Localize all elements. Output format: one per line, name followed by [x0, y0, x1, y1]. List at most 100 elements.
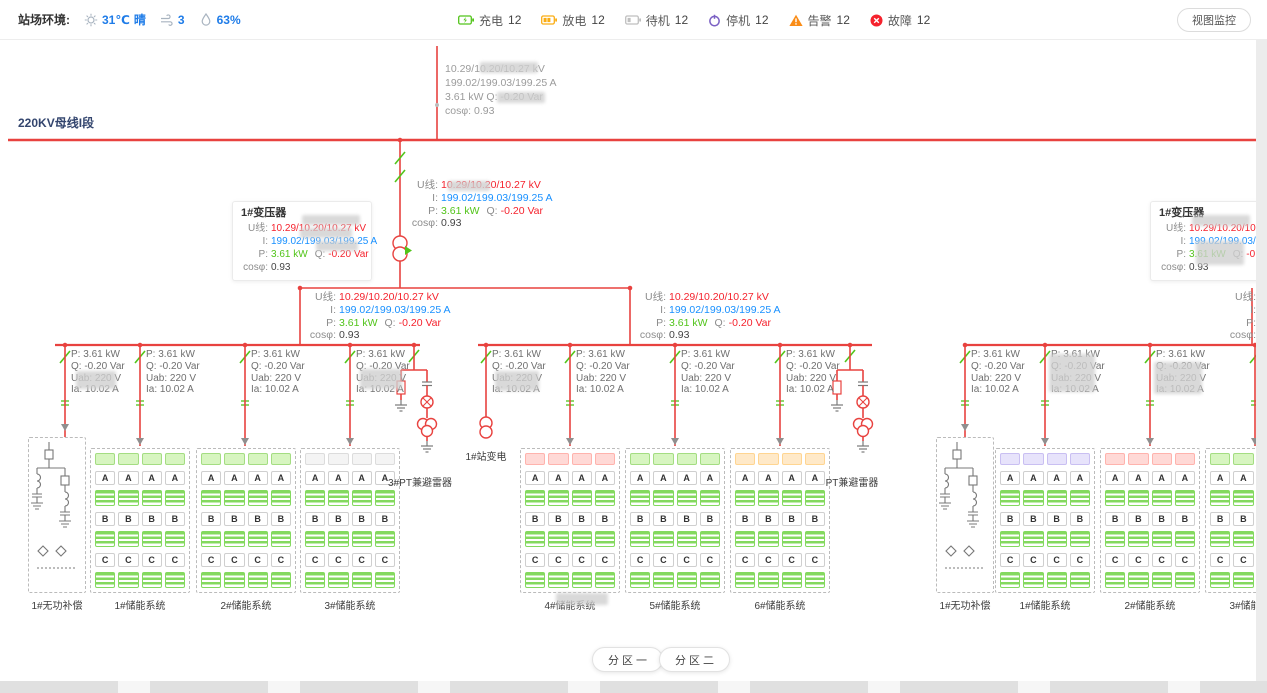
zone-two-button[interactable]: 分区二 — [659, 647, 730, 672]
incoming-current: 199.02/199.03/199.25 A — [445, 76, 557, 90]
storage-system-label: 6#储能系统 — [754, 597, 805, 612]
view-monitor-button[interactable]: 视图监控 — [1177, 8, 1251, 32]
reactive-compensation-box[interactable] — [28, 437, 86, 593]
zone-one-button[interactable]: 分区一 — [592, 647, 663, 672]
cluster-cell: C — [1233, 553, 1253, 567]
badge-charging[interactable]: 充电 12 — [458, 12, 521, 29]
battery-icon — [1233, 531, 1253, 547]
cluster-cell: C — [328, 553, 348, 567]
cluster-cell: A — [201, 471, 221, 485]
battery-icon — [735, 490, 755, 506]
feeder-metric-ia: Ia: 10.02 A — [576, 384, 630, 396]
storage-system-box[interactable]: ABCABCABCABC — [625, 448, 725, 593]
q-label: Q: — [715, 317, 726, 329]
i-value: 199.02/199.03/199.25 A — [339, 304, 451, 316]
humidity-drop-icon — [199, 13, 213, 27]
storage-system-box[interactable]: ABCABCABCABC — [730, 448, 830, 593]
badge-fault[interactable]: 故障 12 — [870, 12, 930, 29]
cluster-cell: B — [224, 512, 244, 526]
battery-icon — [700, 531, 720, 547]
bus-label: 220KV母线I段 — [18, 114, 94, 131]
cos-label: cosφ: — [408, 217, 438, 230]
battery-icon — [1023, 572, 1043, 588]
feeder-metric-p: P: 3.61 kW — [971, 349, 1025, 361]
feeder-metric-ia: Ia: 10.02 A — [251, 384, 305, 396]
battery-icon — [1152, 531, 1172, 547]
battery-icon — [352, 572, 372, 588]
cluster-cell: A — [758, 471, 778, 485]
cluster-cell: B — [1105, 512, 1125, 526]
horizontal-scrollbar[interactable] — [0, 681, 1267, 693]
p-value: 3.61 kW — [339, 317, 378, 329]
feeder-metric-ia: Ia: 10.02 A — [146, 384, 200, 396]
cluster-cell: C — [548, 553, 568, 567]
redaction-blur — [316, 241, 358, 251]
badge-stopped[interactable]: 停机 12 — [708, 12, 768, 29]
feeder-metric-uab: Uab: 220 V — [576, 373, 630, 385]
weather-humidity: 63% — [199, 13, 241, 27]
status-cell — [352, 453, 372, 465]
feeder-metric-q: Q: -0.20 Var — [576, 361, 630, 373]
cluster-cell: C — [224, 553, 244, 567]
status-cell — [1233, 453, 1253, 465]
cluster-cell: C — [1152, 553, 1172, 567]
storage-system-box[interactable]: ABCABCABCABC — [1205, 448, 1256, 593]
badge-standby[interactable]: 待机 12 — [625, 12, 688, 29]
badge-count: 12 — [591, 13, 604, 27]
battery-column: ABC — [1233, 453, 1253, 588]
cluster-cell: A — [95, 471, 115, 485]
u-label: U线: — [1159, 222, 1186, 235]
battery-column: ABC — [653, 453, 673, 588]
u-label: U线: — [306, 291, 336, 304]
badge-alarm[interactable]: 告警 12 — [789, 12, 850, 29]
status-cell — [1128, 453, 1148, 465]
weather-temperature: 31℃ 晴 — [84, 11, 146, 28]
battery-icon — [1023, 490, 1043, 506]
storage-system-box[interactable]: ABCABCABCABC — [196, 448, 296, 593]
battery-icon — [1210, 572, 1230, 588]
feeder-metric-q: Q: -0.20 Var — [251, 361, 305, 373]
battery-icon — [782, 572, 802, 588]
storage-system-label: 3#储能系统 — [1229, 597, 1256, 612]
badge-count: 12 — [837, 13, 850, 27]
i-label: I: — [306, 304, 336, 317]
pt-arrester-label: PT兼避雷器 — [826, 474, 879, 489]
badge-count: 12 — [508, 13, 521, 27]
storage-system-box[interactable]: ABCABCABCABC — [520, 448, 620, 593]
battery-column: ABC — [95, 453, 115, 588]
feeder-metrics-block: P: 3.61 kWQ: -0.20 VarUab: 220 VIa: 10.0… — [786, 349, 840, 396]
badge-label: 充电 — [479, 12, 503, 29]
status-cell — [165, 453, 185, 465]
cluster-cell: C — [630, 553, 650, 567]
u-value: 10.29/10.20/10.27 kV — [669, 291, 769, 303]
p-label: P: — [636, 317, 666, 330]
storage-system-box[interactable]: ABCABCABCABC — [90, 448, 190, 593]
cluster-cell: C — [782, 553, 802, 567]
compensation-label: 1#无功补偿 — [31, 597, 82, 612]
badge-count: 12 — [917, 13, 930, 27]
reactive-compensation-box[interactable] — [936, 437, 994, 593]
env-label: 站场环境: — [18, 11, 70, 28]
battery-column: ABC — [735, 453, 755, 588]
status-cell — [305, 453, 325, 465]
cluster-cell: C — [305, 553, 325, 567]
feeder-metrics-block: P: 3.61 kWQ: -0.20 VarUab: 220 VIa: 10.0… — [681, 349, 735, 396]
badge-discharging[interactable]: 放电 12 — [541, 12, 604, 29]
battery-icon — [328, 490, 348, 506]
battery-icon — [1000, 572, 1020, 588]
weather-value: 晴 — [134, 11, 146, 28]
storage-system-box[interactable]: ABCABCABCABC — [300, 448, 400, 593]
cos-label: cosφ: — [1226, 329, 1256, 342]
p-value: 3.61 kW — [669, 317, 708, 329]
battery-icon — [782, 531, 802, 547]
battery-icon — [1175, 531, 1195, 547]
cluster-cell: B — [352, 512, 372, 526]
cluster-cell: A — [142, 471, 162, 485]
feeder-metric-ia: Ia: 10.02 A — [971, 384, 1025, 396]
cluster-cell: C — [653, 553, 673, 567]
storage-system-box[interactable]: ABCABCABCABC — [995, 448, 1095, 593]
cluster-cell: A — [805, 471, 825, 485]
cluster-cell: B — [805, 512, 825, 526]
storage-system-box[interactable]: ABCABCABCABC — [1100, 448, 1200, 593]
battery-icon — [735, 572, 755, 588]
